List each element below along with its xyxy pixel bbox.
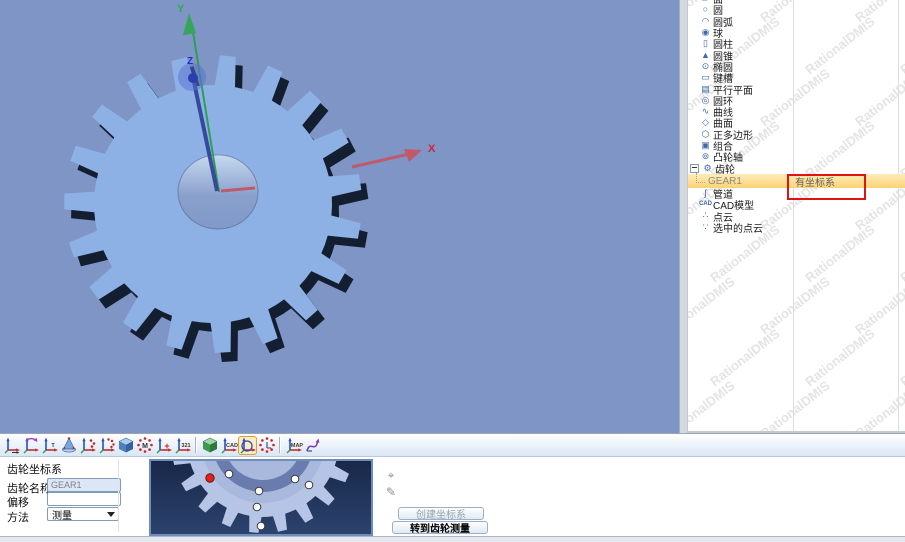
panel-splitter[interactable] xyxy=(679,0,688,433)
app-window: YZX RationalDMISRationalDMISRationalDMIS… xyxy=(0,0,905,542)
svg-text:M: M xyxy=(142,443,148,450)
cs-offset-icon[interactable]: + xyxy=(154,436,173,455)
cad-icon: CAD xyxy=(699,200,712,209)
axis-point-align-icon[interactable] xyxy=(78,436,97,455)
svg-text:Z: Z xyxy=(187,56,193,67)
status-strip xyxy=(0,536,905,542)
pointcloud-icon: ∴ xyxy=(699,211,712,220)
selected-pointcloud-icon: ∵ xyxy=(699,223,712,232)
feature-tree: ▱面○圆◠圆弧◉球▯圆柱▲圆锥⊙椭圆▭键槽▤平行平面◎圆环∿曲线◇曲面⬡正多边形… xyxy=(688,0,905,233)
cone-icon: ▲ xyxy=(699,51,712,60)
edit-icon[interactable]: ✎ xyxy=(383,485,399,500)
alignment-toolbar: T M +321 CAD MAP xyxy=(0,433,905,456)
cs-rotate-icon[interactable] xyxy=(21,436,40,455)
toolbar-separator xyxy=(279,437,281,453)
camshaft-icon: ⊚ xyxy=(699,152,712,161)
group-icon: ▣ xyxy=(699,141,712,150)
chevron-down-icon xyxy=(107,512,115,517)
create-cs-button[interactable]: 创建坐标系 xyxy=(398,507,484,520)
svg-text:T: T xyxy=(51,443,55,449)
tree-item-label: 选中的点云 xyxy=(713,220,763,235)
cad-align-icon[interactable]: CAD xyxy=(219,436,238,455)
surface-icon: ◇ xyxy=(699,118,712,127)
method-value: 测量 xyxy=(52,507,72,522)
expand-toggle[interactable] xyxy=(690,164,699,173)
offset-input[interactable] xyxy=(47,492,121,506)
tree-item[interactable]: ∵选中的点云 xyxy=(688,222,905,233)
watermark-text: RationalDMIS xyxy=(757,378,832,433)
curve-align-icon[interactable] xyxy=(303,436,322,455)
svg-text:+: + xyxy=(164,441,169,451)
arc-icon: ◠ xyxy=(699,17,712,26)
watermark-text: RationalDMIS xyxy=(757,274,832,337)
method-label: 方法 xyxy=(7,509,29,525)
probe-icon[interactable]: ⌖ xyxy=(383,468,399,483)
ellipse-icon: ⊙ xyxy=(699,62,712,71)
map-align-icon[interactable]: MAP xyxy=(284,436,303,455)
svg-text:321: 321 xyxy=(181,443,190,449)
plane-line-point-icon[interactable] xyxy=(97,436,116,455)
six-point-cube-icon[interactable] xyxy=(116,436,135,455)
watermark-text: RationalDMIS xyxy=(688,378,738,433)
offset-label: 偏移 xyxy=(7,494,29,510)
gear-3d-model: Y Z X xyxy=(0,0,679,433)
gear-icon: ⚙ xyxy=(701,164,714,173)
watermark-text: RationalDMIS xyxy=(707,326,782,389)
polygon-icon: ⬡ xyxy=(699,130,712,139)
tree-branch xyxy=(696,173,705,183)
panel-title: 齿轮坐标系 xyxy=(7,461,62,477)
gear-cs-icon[interactable] xyxy=(238,436,257,455)
gear-name-input[interactable] xyxy=(47,478,121,492)
tree-item[interactable]: ⚙齿轮 xyxy=(688,162,905,173)
parallel-planes-icon: ▤ xyxy=(699,85,712,94)
sphere-icon: ◉ xyxy=(699,28,712,37)
method-dropdown[interactable]: 测量 xyxy=(47,507,119,521)
measure-points-icon[interactable]: M xyxy=(135,436,154,455)
pipe-icon: ∫ xyxy=(699,189,712,198)
watermark-text: RationalDMIS xyxy=(688,274,738,337)
svg-text:X: X xyxy=(428,143,436,155)
torus-icon: ◎ xyxy=(699,96,712,105)
toolbar-separator xyxy=(195,437,197,453)
goto-gear-measure-button[interactable]: 转到齿轮测量 xyxy=(392,521,488,534)
cs-tool-icon[interactable]: T xyxy=(40,436,59,455)
iterative-align-icon[interactable] xyxy=(200,436,219,455)
rps-align-icon[interactable] xyxy=(257,436,276,455)
plane-icon: ▱ xyxy=(699,0,712,3)
align-321-icon[interactable]: 321 xyxy=(173,436,192,455)
curve-icon: ∿ xyxy=(699,107,712,116)
gear-cs-panel: 齿轮坐标系 齿轮名称 偏移 方法 测量 ⌖ ✎ 创建坐标系 转到齿轮测量 xyxy=(0,456,905,536)
svg-text:CAD: CAD xyxy=(226,443,238,449)
panel-divider xyxy=(118,459,119,532)
gear-preview-image xyxy=(149,459,373,536)
gear-preview-drawing xyxy=(151,461,371,534)
tree-item-status: 有坐标系 xyxy=(795,174,835,189)
3d-viewport[interactable]: Y Z X xyxy=(0,0,679,433)
cylinder-icon: ▯ xyxy=(699,39,712,48)
feature-tree-panel: RationalDMISRationalDMISRationalDMISRati… xyxy=(688,0,905,433)
svg-text:MAP: MAP xyxy=(290,443,302,449)
cs-translate-icon[interactable] xyxy=(2,436,21,455)
watermark-text: RationalDMIS xyxy=(802,326,877,389)
svg-text:Y: Y xyxy=(177,3,185,15)
best-fit-align-icon[interactable] xyxy=(59,436,78,455)
circle-icon: ○ xyxy=(699,5,712,14)
slot-icon: ▭ xyxy=(699,73,712,82)
